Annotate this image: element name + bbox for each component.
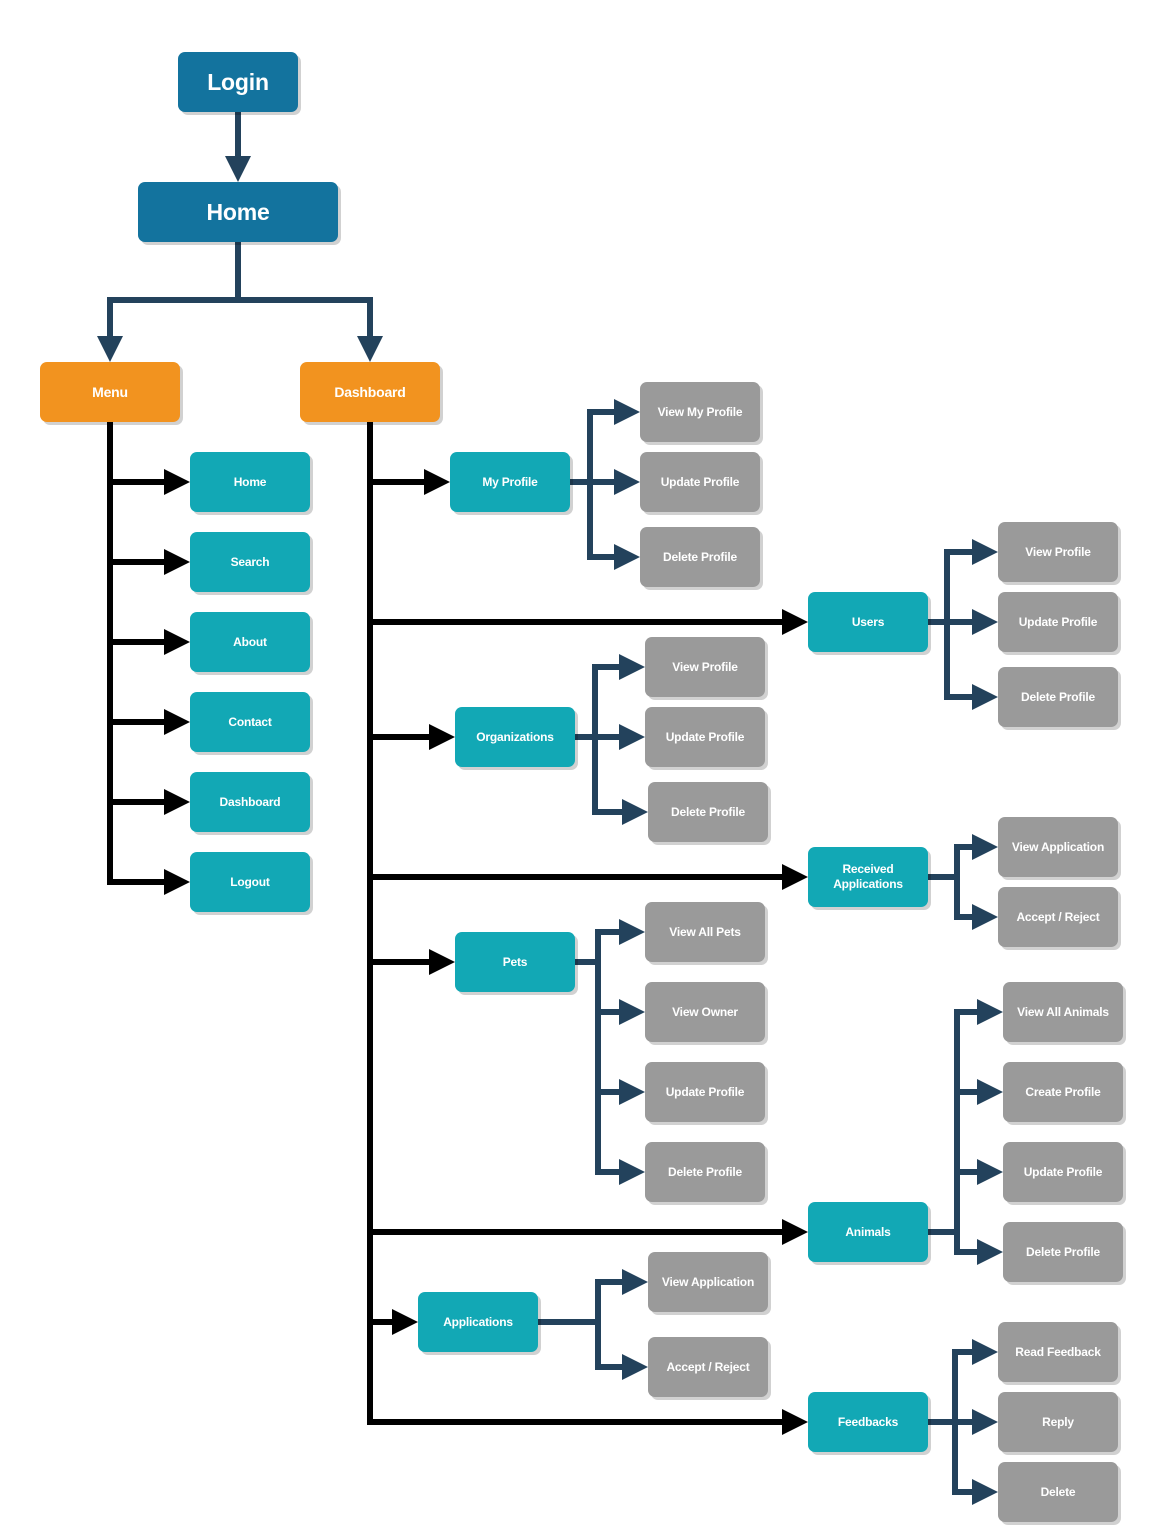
node-f-read: Read Feedback <box>998 1322 1118 1382</box>
node-a-create: Create Profile <box>1003 1062 1123 1122</box>
node-p-update: Update Profile <box>645 1062 765 1122</box>
node-m-about: About <box>190 612 310 672</box>
arrowhead-icon <box>619 1079 645 1105</box>
sitemap-diagram: Login Home Menu Dashboard Home Search About Con… <box>0 0 1176 1534</box>
arrowhead-icon <box>619 1159 645 1185</box>
node-myprofile: My Profile <box>450 452 570 512</box>
arrowhead-icon <box>782 609 808 635</box>
arrowhead-icon <box>977 1159 1003 1185</box>
arrowhead-icon <box>97 336 123 362</box>
arrowhead-icon <box>622 799 648 825</box>
arrowhead-icon <box>972 539 998 565</box>
node-o-update: Update Profile <box>645 707 765 767</box>
arrowhead-icon <box>164 869 190 895</box>
node-home: Home <box>138 182 338 242</box>
arrowhead-icon <box>782 1409 808 1435</box>
arrowhead-icon <box>429 949 455 975</box>
node-a-update: Update Profile <box>1003 1142 1123 1202</box>
node-mp-update: Update Profile <box>640 452 760 512</box>
arrowhead-icon <box>614 544 640 570</box>
node-f-delete: Delete <box>998 1462 1118 1522</box>
node-m-search: Search <box>190 532 310 592</box>
node-animals: Animals <box>808 1202 928 1262</box>
node-u-view: View Profile <box>998 522 1118 582</box>
arrowhead-icon <box>392 1309 418 1335</box>
node-m-logout: Logout <box>190 852 310 912</box>
node-o-view: View Profile <box>645 637 765 697</box>
arrowhead-icon <box>972 1479 998 1505</box>
node-a-viewall: View All Animals <box>1003 982 1123 1042</box>
node-f-reply: Reply <box>998 1392 1118 1452</box>
arrowhead-icon <box>429 724 455 750</box>
arrowhead-icon <box>164 709 190 735</box>
arrowhead-icon <box>782 864 808 890</box>
arrowhead-icon <box>972 684 998 710</box>
node-ap-accept: Accept / Reject <box>648 1337 768 1397</box>
arrowhead-icon <box>614 469 640 495</box>
arrowhead-icon <box>972 609 998 635</box>
node-users: Users <box>808 592 928 652</box>
arrowhead-icon <box>619 724 645 750</box>
node-o-delete: Delete Profile <box>648 782 768 842</box>
arrowhead-icon <box>424 469 450 495</box>
arrowhead-icon <box>977 999 1003 1025</box>
node-apps: Applications <box>418 1292 538 1352</box>
arrowhead-icon <box>164 789 190 815</box>
node-p-viewall: View All Pets <box>645 902 765 962</box>
node-p-delete: Delete Profile <box>645 1142 765 1202</box>
node-dashboard: Dashboard <box>300 362 440 422</box>
arrowhead-icon <box>357 336 383 362</box>
node-mp-view: View My Profile <box>640 382 760 442</box>
arrowhead-icon <box>972 904 998 930</box>
node-m-contact: Contact <box>190 692 310 752</box>
arrowhead-icon <box>622 1354 648 1380</box>
node-feedbacks: Feedbacks <box>808 1392 928 1452</box>
node-mp-delete: Delete Profile <box>640 527 760 587</box>
node-recv: Received Applications <box>808 847 928 907</box>
arrowhead-icon <box>164 549 190 575</box>
node-menu: Menu <box>40 362 180 422</box>
arrowhead-icon <box>977 1239 1003 1265</box>
node-r-view: View Application <box>998 817 1118 877</box>
node-u-update: Update Profile <box>998 592 1118 652</box>
node-pets: Pets <box>455 932 575 992</box>
arrowhead-icon <box>619 654 645 680</box>
node-ap-view: View Application <box>648 1252 768 1312</box>
node-m-dashboard: Dashboard <box>190 772 310 832</box>
node-login: Login <box>178 52 298 112</box>
node-p-owner: View Owner <box>645 982 765 1042</box>
arrowhead-icon <box>614 399 640 425</box>
arrowhead-icon <box>164 469 190 495</box>
node-r-accept: Accept / Reject <box>998 887 1118 947</box>
arrowhead-icon <box>972 834 998 860</box>
arrowhead-icon <box>225 156 251 182</box>
arrowhead-icon <box>972 1339 998 1365</box>
arrowhead-icon <box>164 629 190 655</box>
node-m-home: Home <box>190 452 310 512</box>
arrowhead-icon <box>972 1409 998 1435</box>
arrowhead-icon <box>977 1079 1003 1105</box>
node-orgs: Organizations <box>455 707 575 767</box>
node-a-delete: Delete Profile <box>1003 1222 1123 1282</box>
node-u-delete: Delete Profile <box>998 667 1118 727</box>
arrowhead-icon <box>619 999 645 1025</box>
arrowhead-icon <box>619 919 645 945</box>
arrowhead-icon <box>622 1269 648 1295</box>
arrowhead-icon <box>782 1219 808 1245</box>
